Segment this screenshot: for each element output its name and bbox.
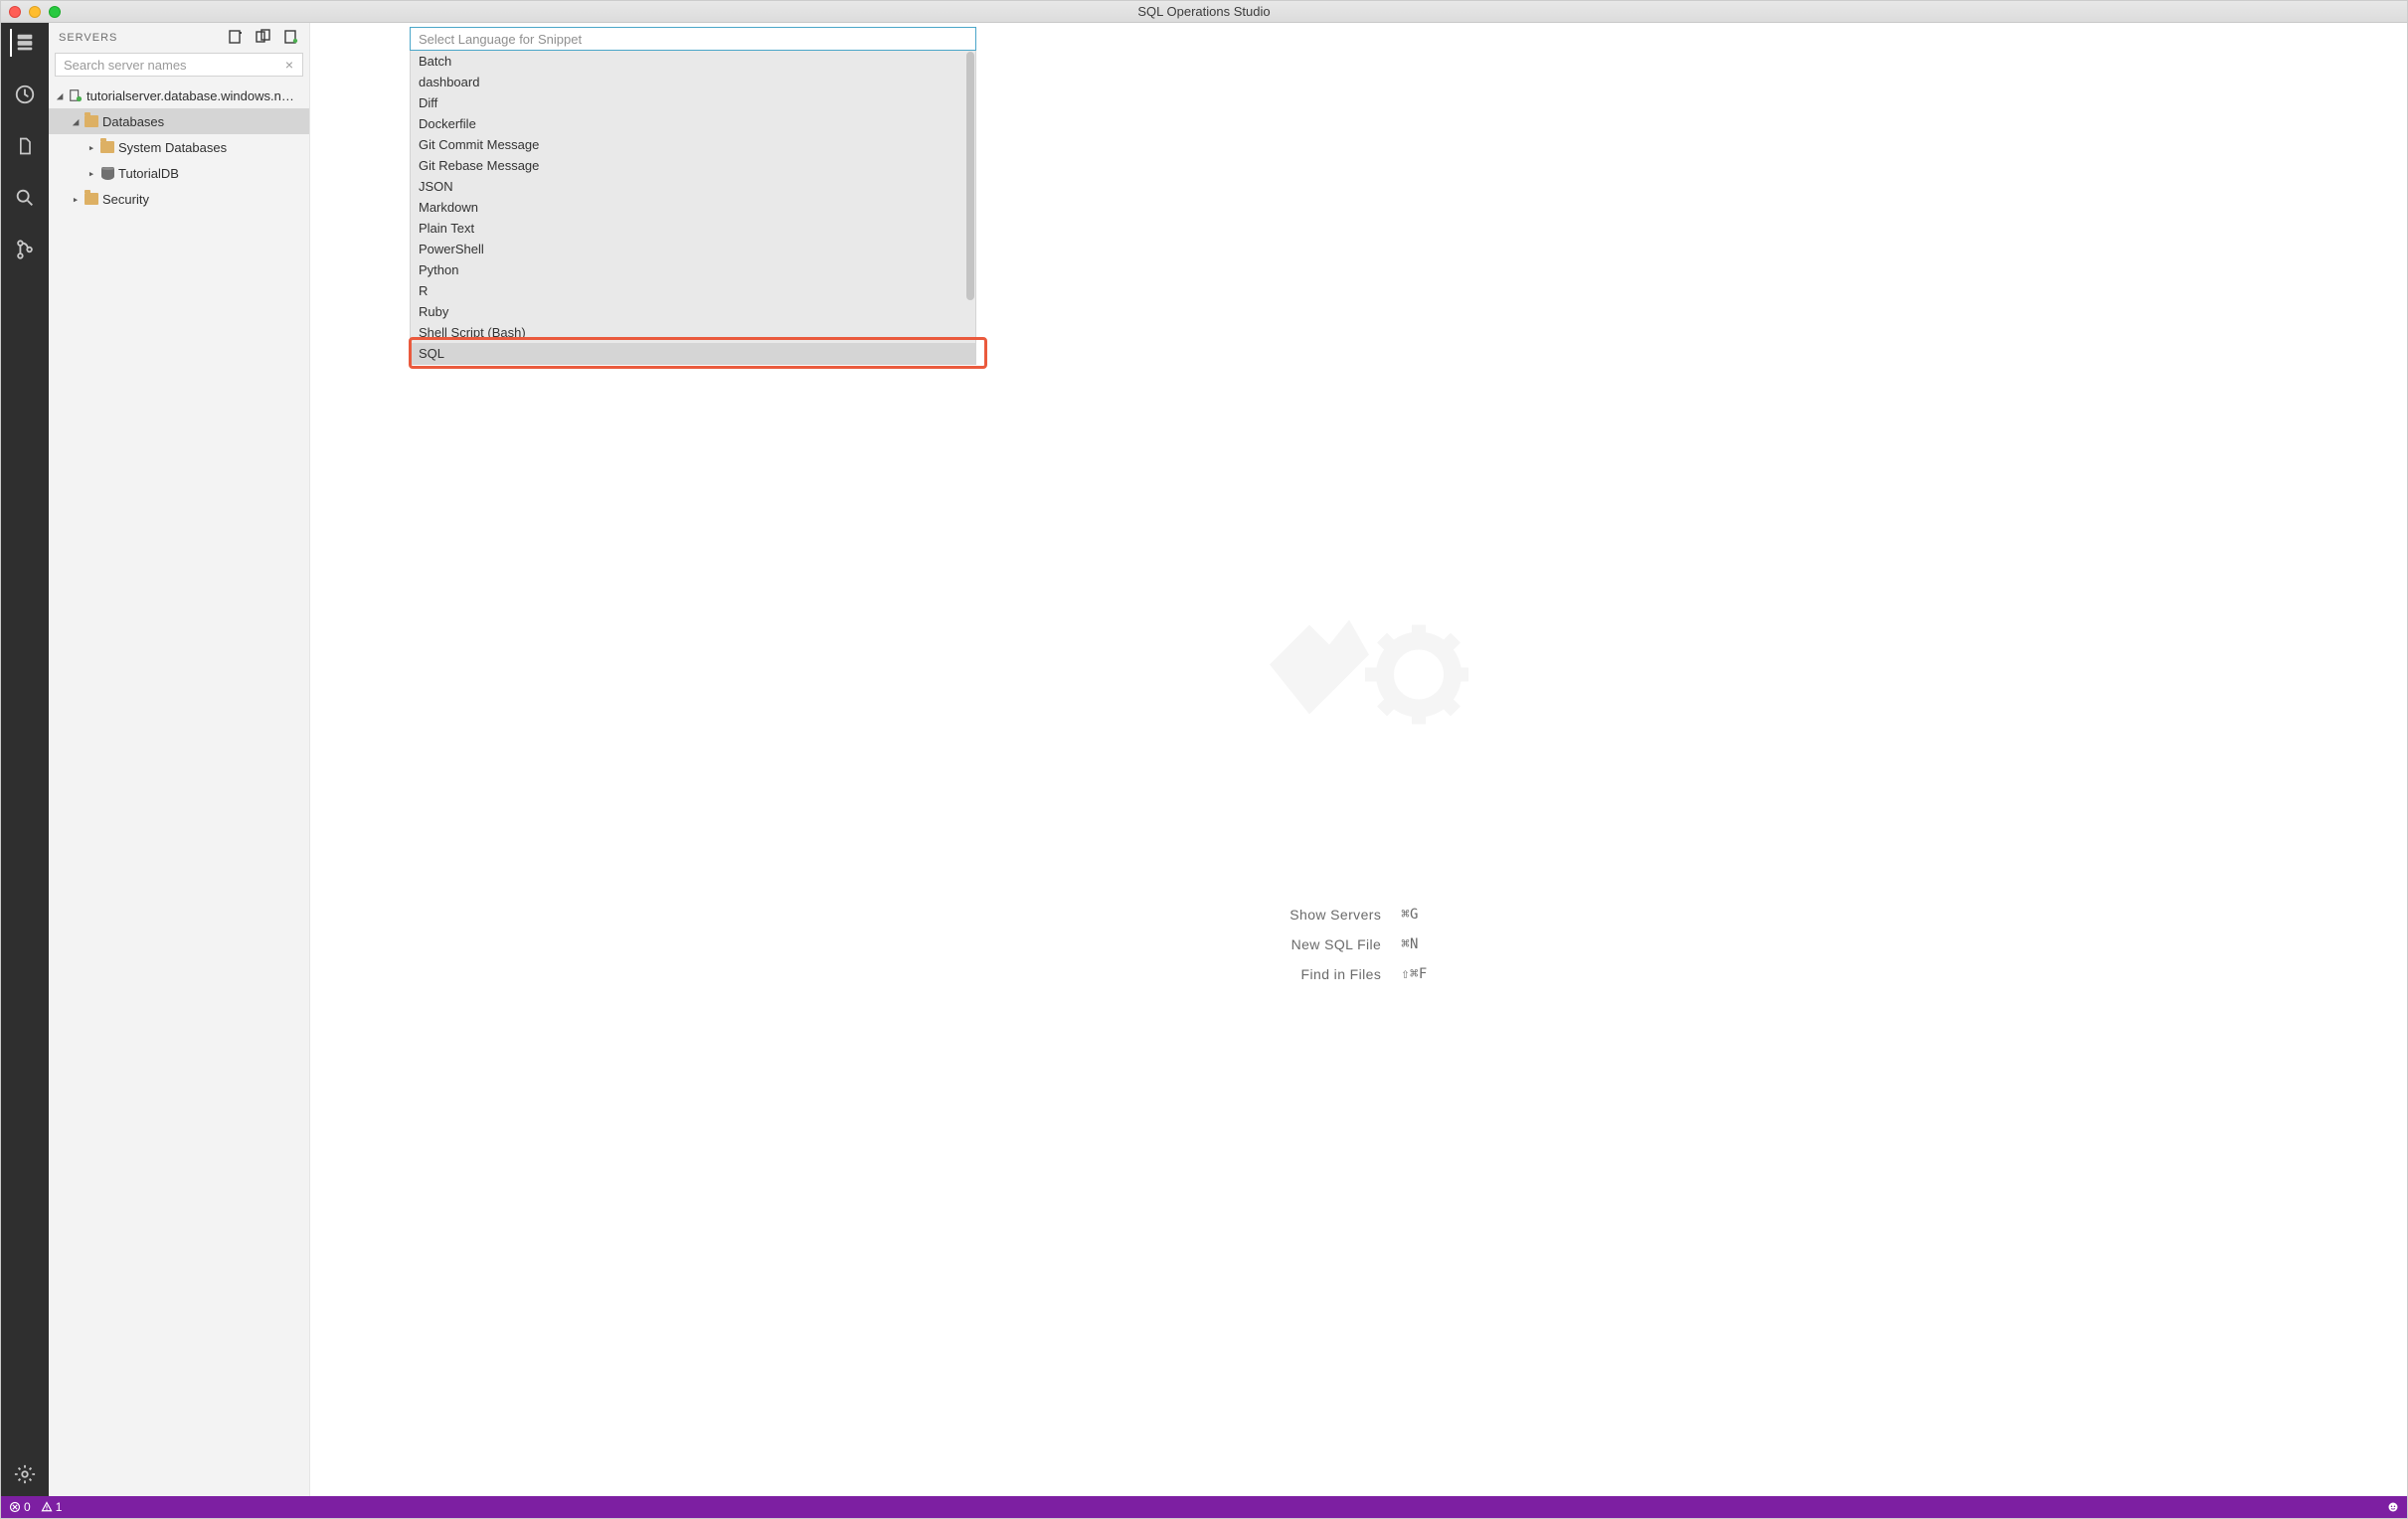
database-icon — [98, 167, 116, 180]
folder-icon — [98, 141, 116, 153]
quickpick-item[interactable]: Ruby — [411, 301, 975, 322]
activity-bar — [1, 23, 49, 1496]
quickpick-item[interactable]: JSON — [411, 176, 975, 197]
new-connection-icon[interactable] — [228, 29, 244, 48]
quickpick-item[interactable]: Python — [411, 259, 975, 280]
chevron-right-icon: ▸ — [85, 167, 98, 180]
status-warning-count: 1 — [56, 1500, 63, 1514]
refresh-servers-icon[interactable] — [283, 29, 299, 48]
quickpick-input[interactable] — [410, 27, 976, 51]
quickpick-item[interactable]: Markdown — [411, 197, 975, 218]
hint-label: Show Servers — [1290, 907, 1381, 923]
quickpick-item[interactable]: Diff — [411, 92, 975, 113]
quickpick: BatchdashboardDiffDockerfileGit Commit M… — [410, 27, 976, 365]
titlebar: SQL Operations Studio — [1, 1, 2407, 23]
activity-explorer-icon[interactable] — [11, 132, 39, 160]
welcome-watermark — [1250, 605, 1468, 738]
folder-icon — [83, 115, 100, 127]
tree-item-label: Databases — [102, 114, 164, 129]
window-minimize-button[interactable] — [29, 6, 41, 18]
quickpick-list: BatchdashboardDiffDockerfileGit Commit M… — [410, 51, 976, 365]
tree-item-label: TutorialDB — [118, 166, 179, 181]
quickpick-item[interactable]: Batch — [411, 51, 975, 72]
window-maximize-button[interactable] — [49, 6, 61, 18]
tree-tutorialdb-node[interactable]: ▸ TutorialDB — [49, 160, 309, 186]
server-search-input[interactable] — [55, 53, 303, 77]
tree-item-label: Security — [102, 192, 149, 207]
window-controls — [9, 1, 61, 23]
quickpick-item[interactable]: SQL — [411, 343, 975, 364]
status-errors[interactable]: 0 — [9, 1500, 31, 1514]
quickpick-item[interactable]: Shell Script (Bash) — [411, 322, 975, 343]
editor-area: Show Servers ⌘G New SQL File ⌘N Find in File… — [310, 23, 2407, 1496]
activity-history-icon[interactable] — [11, 81, 39, 108]
quickpick-item[interactable]: Git Rebase Message — [411, 155, 975, 176]
activity-settings-icon[interactable] — [11, 1460, 39, 1488]
window-close-button[interactable] — [9, 6, 21, 18]
tree-item-label: System Databases — [118, 140, 227, 155]
tree-security-node[interactable]: ▸ Security — [49, 186, 309, 212]
hint-key: ⌘G — [1401, 907, 1428, 923]
hint-label: New SQL File — [1290, 936, 1381, 952]
tree-item-label: tutorialserver.database.windows.n… — [86, 88, 294, 103]
quickpick-item[interactable]: Plain Text — [411, 218, 975, 239]
server-search: × — [55, 53, 303, 77]
activity-search-icon[interactable] — [11, 184, 39, 212]
status-warnings[interactable]: 1 — [41, 1500, 63, 1514]
servers-sidebar: SERVERS × ◢ tutorialserver.database.wind… — [49, 23, 310, 1496]
activity-servers-icon[interactable] — [10, 29, 38, 57]
quickpick-item[interactable]: PowerShell — [411, 239, 975, 259]
chevron-right-icon: ▸ — [85, 141, 98, 154]
chevron-down-icon: ◢ — [69, 115, 83, 128]
hint-label: Find in Files — [1290, 966, 1381, 982]
sidebar-title: SERVERS — [59, 32, 117, 44]
quickpick-item[interactable]: R — [411, 280, 975, 301]
hint-key: ⌘N — [1401, 936, 1428, 952]
tree-databases-node[interactable]: ◢ Databases — [49, 108, 309, 134]
status-error-count: 0 — [24, 1500, 31, 1514]
chevron-right-icon: ▸ — [69, 193, 83, 206]
quickpick-item[interactable]: Dockerfile — [411, 113, 975, 134]
status-bar: 0 1 — [1, 1496, 2407, 1518]
keyboard-hints: Show Servers ⌘G New SQL File ⌘N Find in File… — [1290, 907, 1427, 982]
activity-source-control-icon[interactable] — [11, 236, 39, 263]
hint-key: ⇧⌘F — [1401, 966, 1428, 982]
tree-server-node[interactable]: ◢ tutorialserver.database.windows.n… — [49, 83, 309, 108]
status-feedback-icon[interactable] — [2387, 1501, 2399, 1513]
server-icon — [67, 88, 85, 102]
server-tree: ◢ tutorialserver.database.windows.n… ◢ D… — [49, 83, 309, 212]
quickpick-item[interactable]: dashboard — [411, 72, 975, 92]
quickpick-scrollbar[interactable] — [966, 52, 974, 300]
window-title: SQL Operations Studio — [1137, 4, 1270, 19]
quickpick-item[interactable]: Git Commit Message — [411, 134, 975, 155]
folder-icon — [83, 193, 100, 205]
tree-system-databases-node[interactable]: ▸ System Databases — [49, 134, 309, 160]
new-group-icon[interactable] — [256, 29, 271, 48]
clear-search-icon[interactable]: × — [281, 57, 297, 73]
chevron-down-icon: ◢ — [53, 89, 67, 102]
